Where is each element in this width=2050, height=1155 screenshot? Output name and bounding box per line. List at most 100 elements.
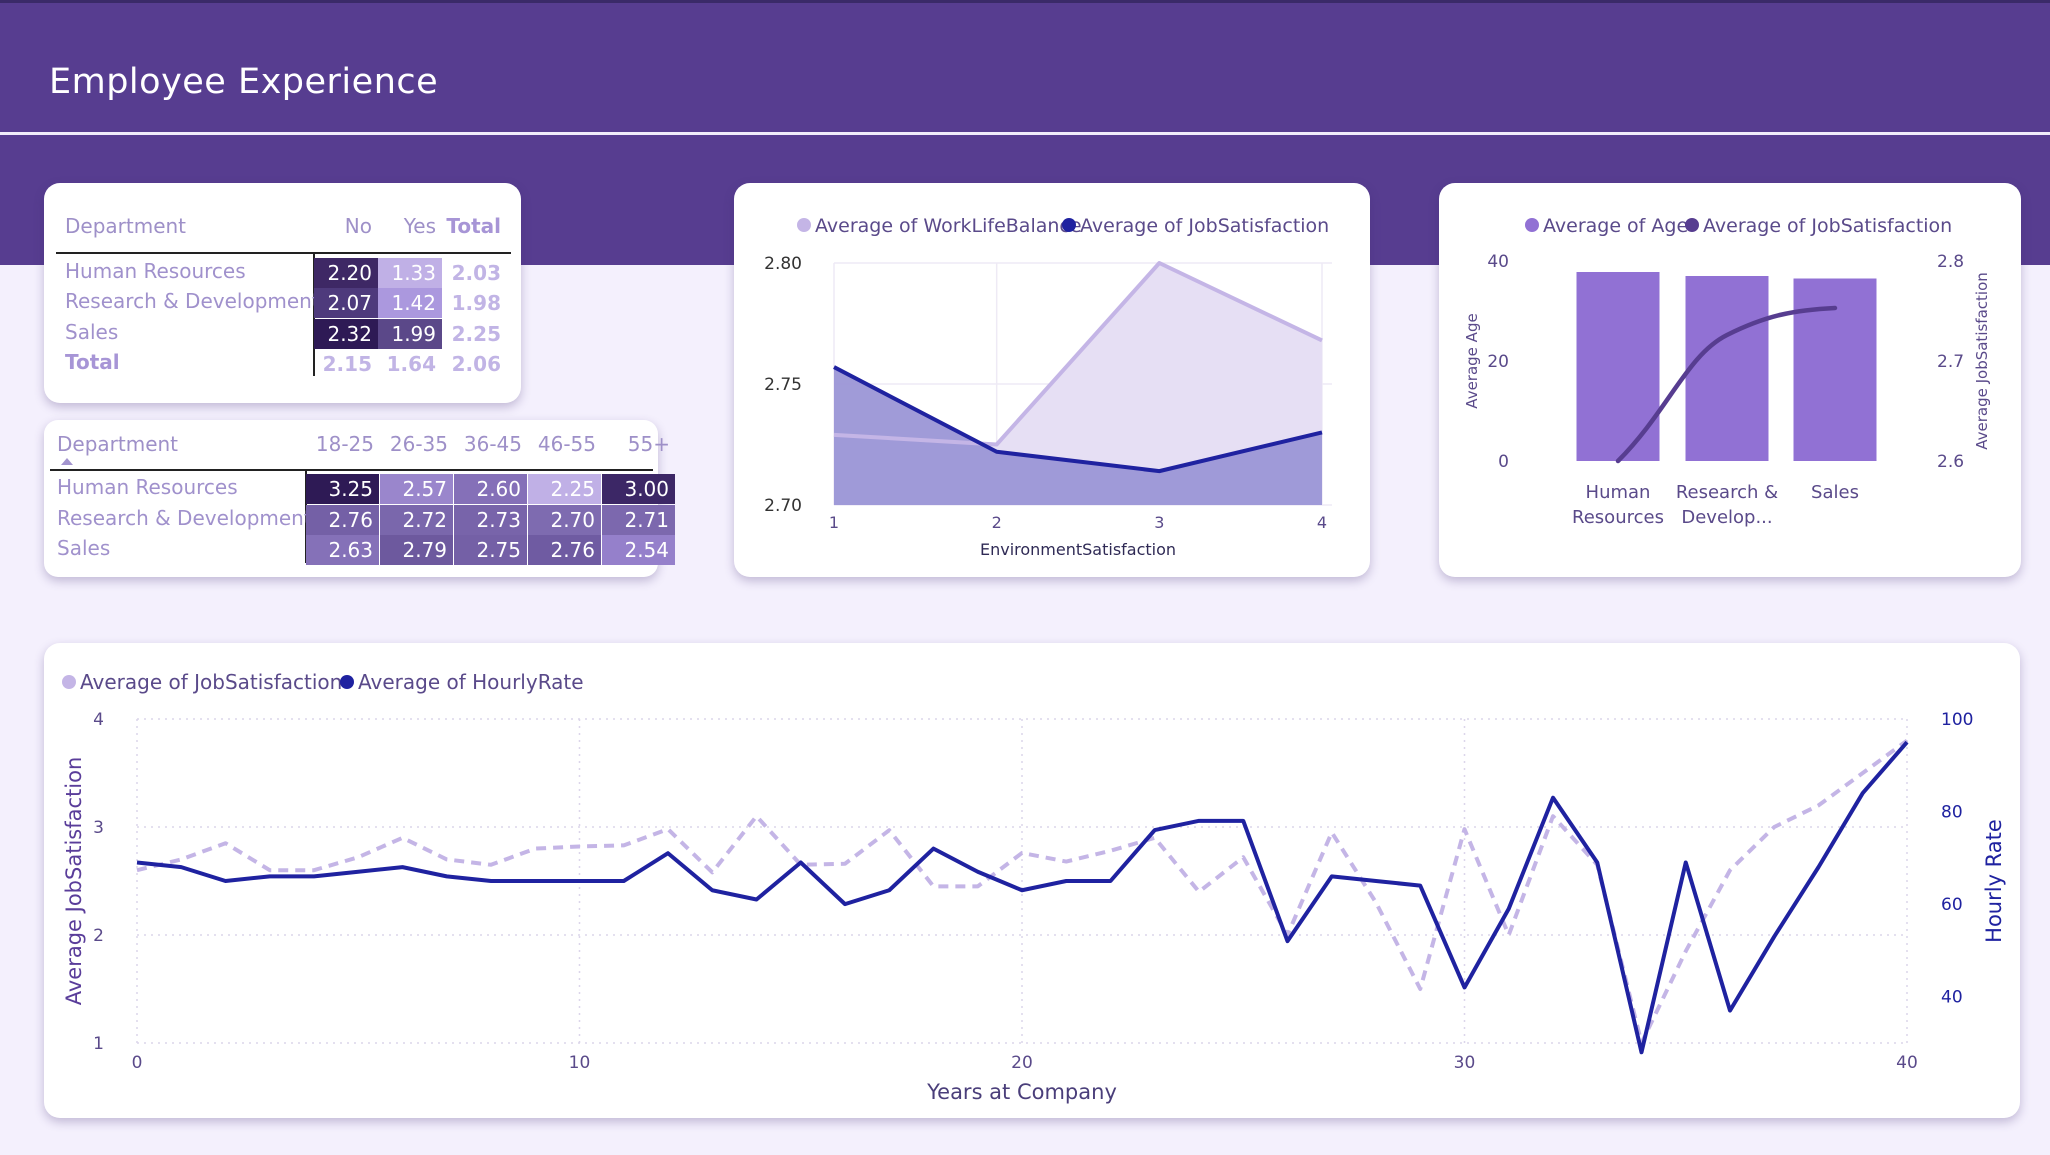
matrix-row-label: Sales <box>57 536 111 560</box>
department-chart-card[interactable]: Average of Age Average of JobSatisfaction… <box>1439 183 2021 577</box>
matrix-cell: 2.70 <box>528 505 601 535</box>
right-tick-label: 100 <box>1941 710 1973 730</box>
legend-marker-jobsatisfaction <box>62 675 76 689</box>
matrix-cell: 2.32 <box>314 319 378 349</box>
environment-satisfaction-area-chart: Average of WorkLifeBalanceAverage of Job… <box>764 215 1332 559</box>
left-axis-label: Average JobSatisfaction <box>62 757 86 1006</box>
matrix-cell: 2.72 <box>380 505 453 535</box>
line-hourlyrate <box>136 740 1909 1055</box>
matrix-row[interactable]: Sales 2.63 2.79 2.75 2.76 2.54 <box>44 535 675 565</box>
right-axis-label: Average JobSatisfaction <box>1973 272 1991 450</box>
title-divider <box>0 132 2050 135</box>
matrix-column-header: 36-45 <box>463 432 522 456</box>
matrix-column-header: 46-55 <box>537 432 596 456</box>
environment-chart-card[interactable]: Average of WorkLifeBalance Average of Job… <box>734 183 1370 577</box>
matrix-cell: 2.07 <box>314 288 378 318</box>
matrix-row-label: Human Resources <box>65 259 246 283</box>
left-axis-label: Average Age <box>1463 313 1481 408</box>
category-label: Develop... <box>1681 507 1772 528</box>
left-tick-label: 2 <box>93 926 104 946</box>
matrix-row[interactable]: Research & Development 2.76 2.72 2.73 2.70 2.… <box>44 505 675 535</box>
matrix-row-header: Department <box>65 214 187 238</box>
matrix-cell: 2.79 <box>380 535 453 565</box>
matrix-cell: 2.75 <box>454 535 527 565</box>
category-label: Research & <box>1676 482 1778 503</box>
x-tick-label: 30 <box>1454 1053 1476 1073</box>
legend-label-jobsatisfaction: Average of JobSatisfaction <box>1080 215 1329 237</box>
matrix-row-label: Research & Development <box>65 289 320 313</box>
chart-legend: Average of WorkLifeBalanceAverage of Job… <box>797 215 1329 237</box>
legend-label-jobsatisfaction: Average of JobSatisfaction <box>1703 215 1952 237</box>
matrix-total-cell: 1.98 <box>451 291 501 315</box>
legend-label-jobsatisfaction: Average of JobSatisfaction <box>80 670 342 694</box>
matrix-cell: 2.20 <box>314 258 378 288</box>
matrix-cell: 2.76 <box>528 535 601 565</box>
y-tick-label: 2.75 <box>764 375 802 395</box>
matrix-column-header: 26-35 <box>389 432 448 456</box>
age-matrix-card[interactable]: Department 18-25 26-35 36-45 46-55 55+ Human R… <box>44 420 675 577</box>
matrix-total-row: Total 2.15 1.64 2.06 <box>44 349 521 379</box>
left-tick-label: 3 <box>93 818 104 838</box>
right-tick-label: 2.6 <box>1937 452 1964 472</box>
years-at-company-line-chart: Average of JobSatisfaction Average of Hou… <box>62 670 2006 1104</box>
attrition-matrix-card[interactable]: Department No Yes Total Human Resources 2.20 1… <box>44 183 521 403</box>
bar-average-age <box>1685 276 1769 461</box>
matrix-total-cell: 1.64 <box>386 352 436 376</box>
legend-marker-jobsatisfaction <box>1062 218 1076 232</box>
legend-marker-age <box>1525 218 1539 232</box>
sort-up-icon[interactable] <box>61 458 73 465</box>
matrix-row[interactable]: Human Resources 2.20 1.33 2.03 <box>44 258 521 288</box>
legend-marker-hourlyrate <box>340 675 354 689</box>
matrix-row[interactable]: Sales 2.32 1.99 2.25 <box>44 319 521 349</box>
x-tick-label: 10 <box>569 1053 591 1073</box>
matrix-cell: 2.57 <box>380 474 453 504</box>
x-tick-label: 20 <box>1011 1053 1033 1073</box>
matrix-cell: 1.33 <box>378 258 442 288</box>
matrix-total-cell: 2.03 <box>451 261 501 285</box>
years-chart-card[interactable]: Average of JobSatisfaction Average of Hou… <box>44 643 2020 1118</box>
matrix-cell: 2.60 <box>454 474 527 504</box>
right-tick-label: 2.8 <box>1937 252 1964 272</box>
left-tick-label: 0 <box>1498 452 1509 472</box>
matrix-header-rule <box>50 469 653 471</box>
x-tick-label: 1 <box>829 513 839 532</box>
left-tick-label: 40 <box>1487 252 1509 272</box>
matrix-row[interactable]: Human Resources 3.25 2.57 2.60 2.25 3.00 <box>44 474 675 504</box>
x-axis-label: EnvironmentSatisfaction <box>980 540 1176 559</box>
matrix-cell: 2.54 <box>602 535 675 565</box>
category-label: Human <box>1586 482 1651 503</box>
legend-marker-jobsatisfaction <box>1685 218 1699 232</box>
matrix-column-header: Yes <box>403 214 436 238</box>
matrix-total-cell: 2.25 <box>451 322 501 346</box>
matrix-grand-total: 2.06 <box>451 352 501 376</box>
right-tick-label: 2.7 <box>1937 352 1964 372</box>
matrix-cell: 2.73 <box>454 505 527 535</box>
category-label: Resources <box>1572 507 1664 528</box>
x-axis-label: Years at Company <box>926 1080 1117 1104</box>
x-tick-label: 3 <box>1154 513 1164 532</box>
matrix-cell: 2.63 <box>306 535 379 565</box>
matrix-column-header: 18-25 <box>315 432 374 456</box>
right-tick-label: 40 <box>1941 988 1963 1008</box>
x-tick-label: 40 <box>1896 1053 1918 1073</box>
legend-label-worklifebalance: Average of WorkLifeBalance <box>815 215 1082 237</box>
matrix-row-label: Sales <box>65 320 119 344</box>
matrix-cell: 1.42 <box>378 288 442 318</box>
legend-label-age: Average of Age <box>1543 215 1688 237</box>
right-axis-label: Hourly Rate <box>1982 819 2006 943</box>
age-matrix: Department 18-25 26-35 36-45 46-55 55+ Human R… <box>44 420 675 577</box>
left-tick-label: 1 <box>93 1034 104 1054</box>
legend-marker-worklifebalance <box>797 218 811 232</box>
matrix-cell: 2.76 <box>306 505 379 535</box>
x-tick-label: 2 <box>992 513 1002 532</box>
y-tick-label: 2.70 <box>764 496 802 516</box>
y-tick-label: 2.80 <box>764 254 802 274</box>
header-top-border <box>0 0 2050 3</box>
matrix-row[interactable]: Research & Development 2.07 1.42 1.98 <box>44 288 521 318</box>
x-tick-label: 4 <box>1317 513 1327 532</box>
matrix-column-header: Total <box>446 214 501 238</box>
matrix-column-header: No <box>344 214 372 238</box>
matrix-header-rule <box>56 252 511 254</box>
matrix-row-label: Human Resources <box>57 475 238 499</box>
matrix-row-label: Research & Development <box>57 506 312 530</box>
